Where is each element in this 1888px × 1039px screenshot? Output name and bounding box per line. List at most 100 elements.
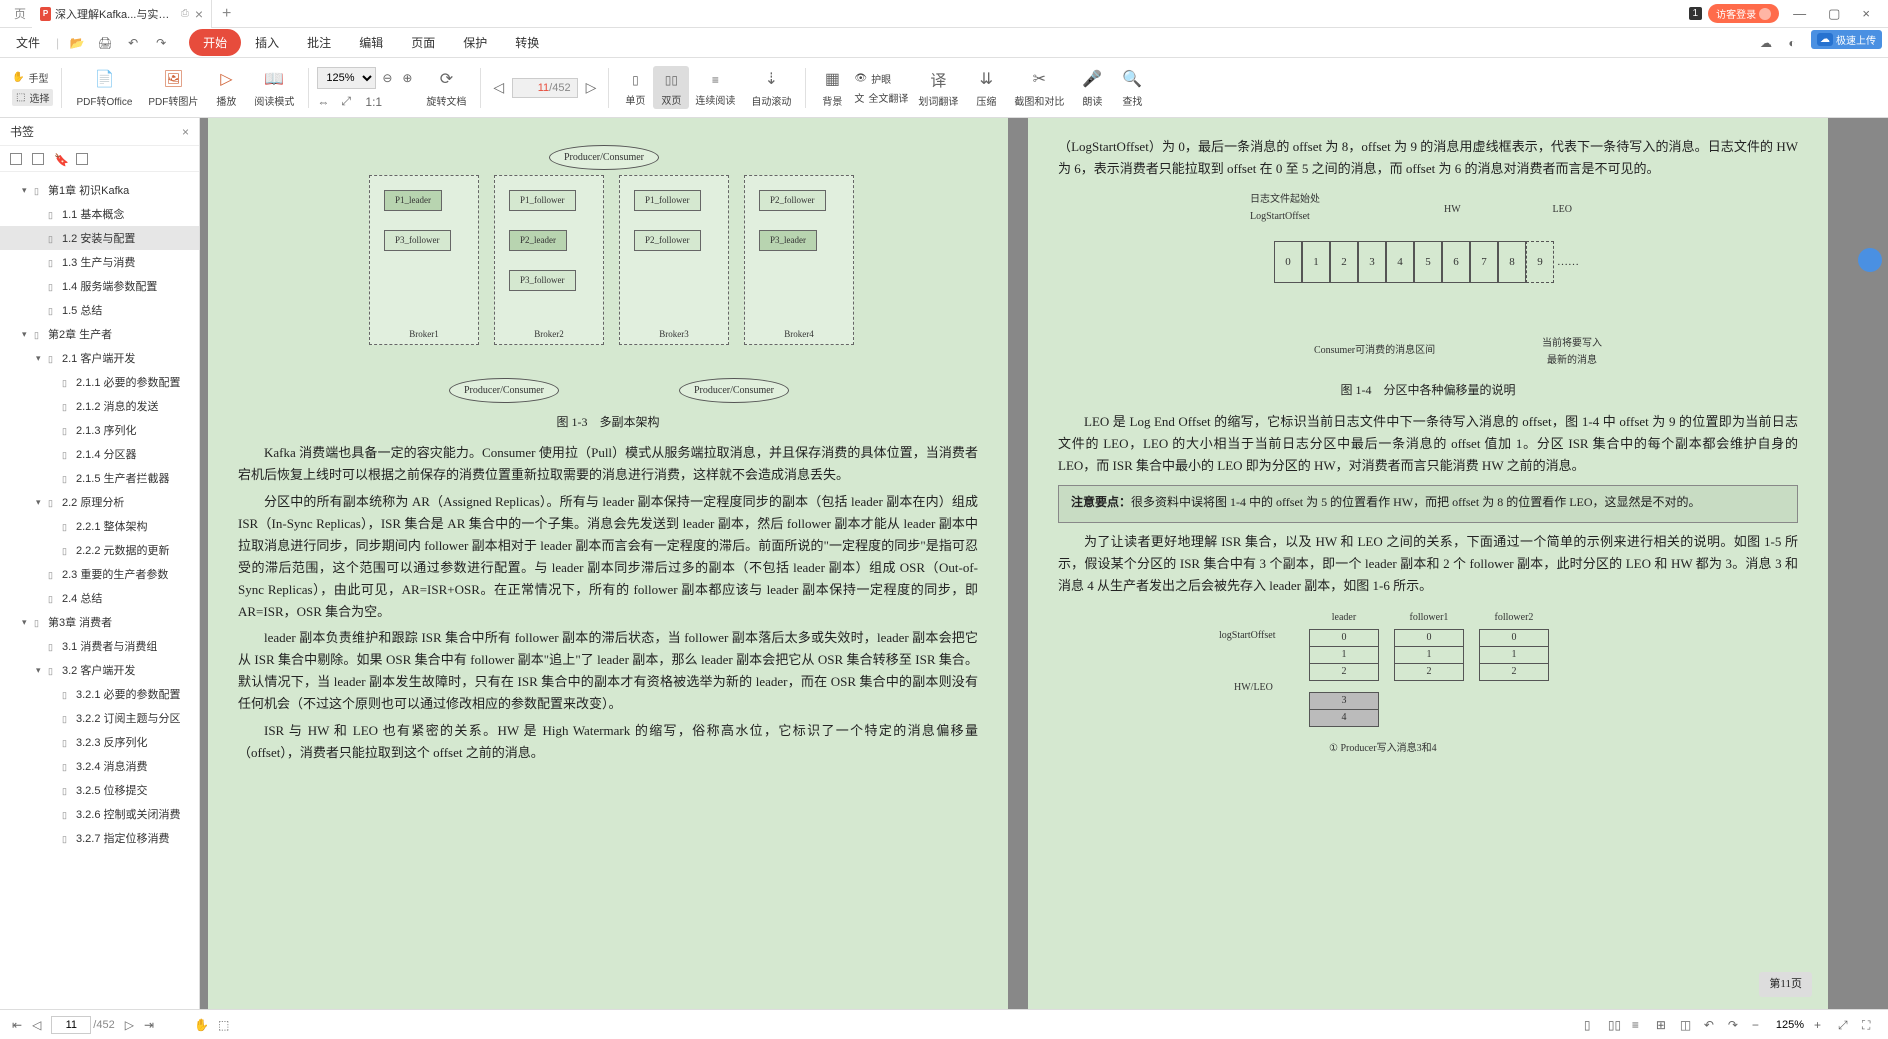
bookmark-item[interactable]: 3.2.4 消息消费 [0,754,199,778]
status-page-field[interactable] [51,1016,91,1034]
fit-page-icon[interactable]: ⤢ [341,95,355,109]
bookmark-item[interactable]: 2.1.4 分区器 [0,442,199,466]
bookmark-item[interactable]: 3.2.3 反序列化 [0,730,199,754]
bookmark-item[interactable]: 3.1 消费者与消费组 [0,634,199,658]
bookmark-item[interactable]: 1.3 生产与消费 [0,250,199,274]
view-mode-2-icon[interactable]: ▯▯ [1608,1018,1622,1032]
select-tool[interactable]: ⬚选择 [12,89,53,106]
zoom-out-icon[interactable]: ⊖ [382,71,396,85]
fit-width-icon[interactable]: ⇔ [317,95,331,109]
zoom-out-status-icon[interactable]: − [1752,1018,1766,1032]
first-page-icon[interactable]: ⇤ [12,1018,22,1032]
bookmark-item[interactable]: ▾2.2 原理分析 [0,490,199,514]
bookmark-item[interactable]: 2.3 重要的生产者参数 [0,562,199,586]
floating-assist-icon[interactable] [1858,248,1882,272]
file-tab[interactable]: P 深入理解Kafka...与实践原理.pdf ⎙ × [32,0,212,28]
hand-icon[interactable]: ✋ [194,1018,208,1032]
continuous-button[interactable]: ≡连续阅读 [689,66,741,109]
next-page-icon[interactable]: ▷ [125,1018,134,1032]
tab-page[interactable]: 页面 [397,29,449,56]
bookmark-item[interactable]: ▾第3章 消费者 [0,610,199,634]
tab-annotate[interactable]: 批注 [293,29,345,56]
bookmark-item[interactable]: 3.2.1 必要的参数配置 [0,682,199,706]
pin-icon[interactable]: ⎙ [181,8,189,19]
zoom-in-status-icon[interactable]: + [1814,1018,1828,1032]
pdf-to-image-button[interactable]: 🖼PDF转图片 [142,67,204,108]
view-mode-1-icon[interactable]: ▯ [1584,1018,1598,1032]
bookmark-item[interactable]: 3.2.7 指定位移消费 [0,826,199,850]
tab-start[interactable]: 开始 [189,29,241,56]
reading-mode-button[interactable]: 📖阅读模式 [248,67,300,108]
bookmark-item[interactable]: 1.2 安装与配置 [0,226,199,250]
page-next-icon[interactable]: ▷ [582,79,601,96]
double-page-button[interactable]: ▯▯双页 [653,66,689,109]
page-input[interactable]: /452 [512,78,577,98]
rotate-button[interactable]: ⟳旋转文档 [420,67,472,108]
bookmark-item[interactable]: 2.1.3 序列化 [0,418,199,442]
tab-convert[interactable]: 转换 [501,29,553,56]
open-icon[interactable]: 📂 [69,35,85,51]
prev-page-icon[interactable]: ◁ [32,1018,41,1032]
minimize-icon[interactable]: — [1785,6,1814,21]
bookmark-item[interactable]: 1.1 基本概念 [0,202,199,226]
bookmark-item[interactable]: 2.2.1 整体架构 [0,514,199,538]
bookmark-item[interactable]: 2.1.5 生产者拦截器 [0,466,199,490]
print-icon[interactable]: 🖨 [97,35,113,51]
bookmark-options-icon[interactable] [76,153,88,165]
bookmark-item[interactable]: 1.5 总结 [0,298,199,322]
login-button[interactable]: 访客登录 [1708,4,1779,23]
bookmark-item[interactable]: 2.4 总结 [0,586,199,610]
page-current-field[interactable] [519,82,549,94]
eye-protect[interactable]: 👁护眼 [854,71,908,86]
bookmark-item[interactable]: ▾3.2 客户端开发 [0,658,199,682]
bookmark-item[interactable]: 2.2.2 元数据的更新 [0,538,199,562]
tab-insert[interactable]: 插入 [241,29,293,56]
bookmark-item[interactable]: ▾2.1 客户端开发 [0,346,199,370]
skin-icon[interactable]: ◐ [1784,35,1800,51]
bookmark-item[interactable]: ▾第2章 生产者 [0,322,199,346]
bookmark-item[interactable]: 3.2.2 订阅主题与分区 [0,706,199,730]
bookmark-item[interactable]: 2.1.1 必要的参数配置 [0,370,199,394]
rotate-left-icon[interactable]: ↶ [1704,1018,1718,1032]
rotate-right-icon[interactable]: ↷ [1728,1018,1742,1032]
bookmark-icon[interactable]: 🔖 [54,153,66,165]
tab-protect[interactable]: 保护 [449,29,501,56]
view-mode-3-icon[interactable]: ≡ [1632,1018,1646,1032]
bookmark-item[interactable]: 3.2.5 位移提交 [0,778,199,802]
undo-icon[interactable]: ↶ [125,35,141,51]
play-button[interactable]: ▷播放 [208,67,244,108]
select-icon[interactable]: ⬚ [218,1018,232,1032]
expand-all-icon[interactable] [10,153,22,165]
single-page-button[interactable]: ▯单页 [617,66,653,109]
page-prev-icon[interactable]: ◁ [489,79,508,96]
collapse-all-icon[interactable] [32,153,44,165]
bookmark-item[interactable]: 3.2.6 控制或关闭消费 [0,802,199,826]
tab-edit[interactable]: 编辑 [345,29,397,56]
bookmark-item[interactable]: ▾第1章 初识Kafka [0,178,199,202]
view-mode-5-icon[interactable]: ◫ [1680,1018,1694,1032]
maximize-icon[interactable]: ▢ [1820,6,1848,22]
auto-scroll-button[interactable]: ⇣自动滚动 [745,67,797,108]
close-window-icon[interactable]: × [1854,6,1878,21]
zoom-in-icon[interactable]: ⊕ [402,71,416,85]
fit-icon[interactable]: ⤢ [1838,1018,1852,1032]
full-translate[interactable]: 文全文翻译 [854,90,908,105]
last-page-icon[interactable]: ⇥ [144,1018,154,1032]
close-tab-icon[interactable]: × [195,6,203,22]
screenshot-button[interactable]: ✂截图和对比 [1008,67,1070,108]
actual-size-icon[interactable]: 1:1 [365,95,379,109]
file-menu[interactable]: 文件 [0,34,56,51]
redo-icon[interactable]: ↷ [153,35,169,51]
background-button[interactable]: ▦背景 [814,67,850,108]
read-aloud-button[interactable]: 🎤朗读 [1074,67,1110,108]
cloud-icon[interactable]: ☁ [1758,35,1774,51]
document-viewer[interactable]: Producer/Consumer Broker1Broker2Broker3B… [200,118,1888,1009]
new-tab-button[interactable]: + [212,5,241,23]
word-translate-button[interactable]: 译划词翻译 [912,67,964,108]
bookmark-item[interactable]: 1.4 服务端参数配置 [0,274,199,298]
zoom-select[interactable]: 125% [317,67,376,89]
fullscreen-icon[interactable]: ⛶ [1862,1018,1876,1032]
tab-nav-prev[interactable]: 页 [8,5,32,22]
find-button[interactable]: 🔍查找 [1114,67,1150,108]
bookmark-item[interactable]: 2.1.2 消息的发送 [0,394,199,418]
